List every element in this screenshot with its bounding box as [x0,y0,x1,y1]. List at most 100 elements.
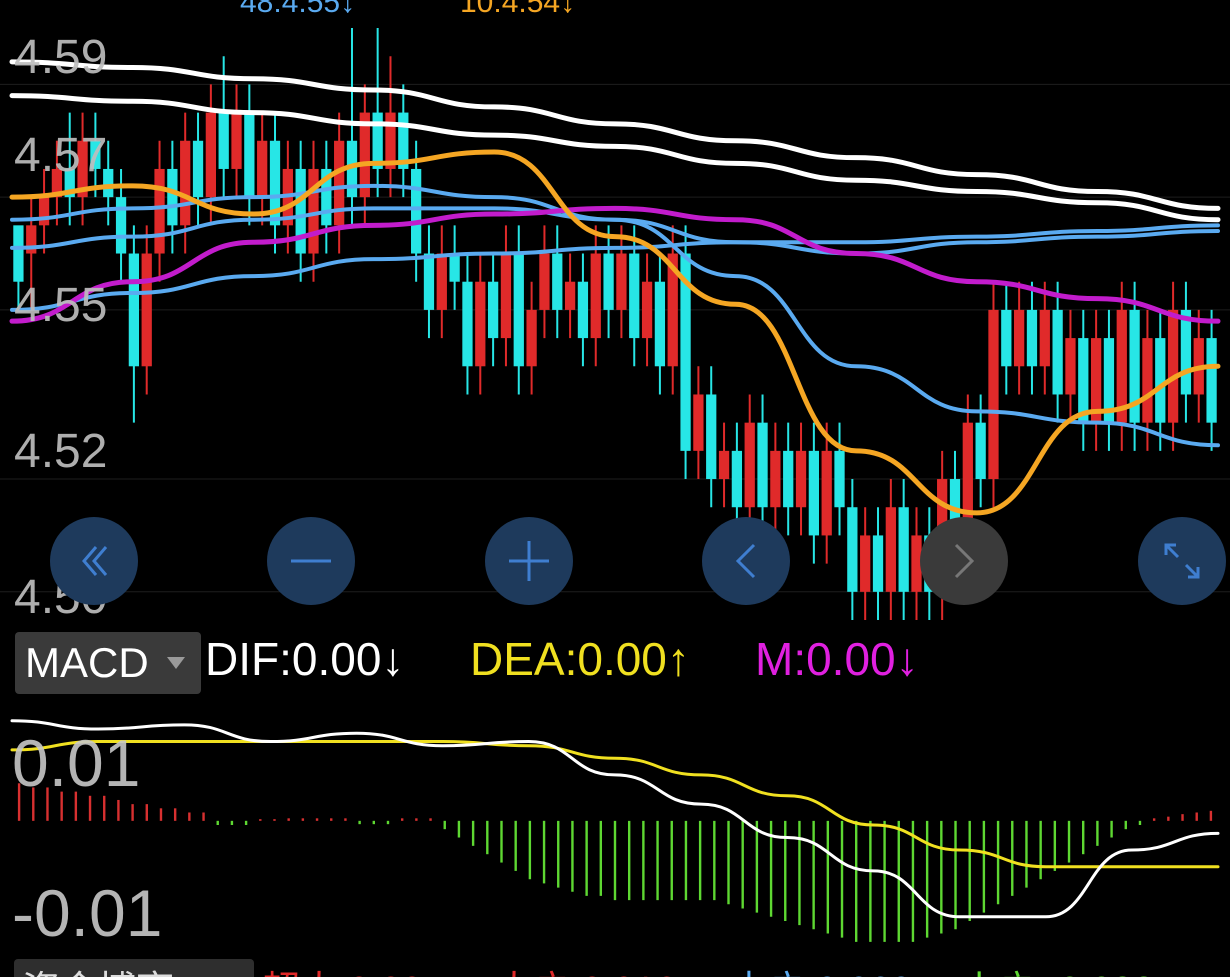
candle-body [128,253,140,367]
candle-body [513,253,524,367]
price-axis-label-3: 4.55 [14,279,108,332]
chevron-right-icon [954,543,975,579]
top-ma-legend: 48:4.55↓ 10:4.54↓ [0,0,1230,26]
dea-value: DEA:0.00↑ [470,633,690,685]
candle-body [872,535,884,592]
candle-body [436,253,447,310]
candle-body [885,507,896,592]
candle-body [770,450,781,508]
candle-body [834,450,845,508]
ma-legend-48: 48:4.55↓ [240,0,356,19]
candle-body [590,253,601,339]
candle-body [141,253,152,367]
flow-item-3: 中户 0.060↓ [730,959,931,977]
flow-item-1: 超大 0.005↓ [262,959,463,977]
candle-body [616,253,627,310]
candle-body [808,450,819,536]
candle-body [821,450,832,536]
zoom-out-button[interactable] [267,517,355,605]
capital-flow-label: 资金博弈 [22,959,174,977]
candle-body [552,253,563,310]
candle-body [1167,309,1179,423]
candle-body [898,507,909,592]
m-value: M:0.00↓ [755,633,919,685]
candle-body [860,535,871,592]
candle-body [526,309,537,367]
candle-body [475,281,486,367]
zoom-in-button[interactable] [485,517,573,605]
candle-body [539,253,550,310]
candle-body [706,394,717,480]
candle-body [1155,338,1166,423]
candle-body [577,281,589,339]
candle-body [847,507,858,592]
candle-body [372,112,383,169]
macd-axis-label-1: 0.01 [12,726,141,800]
price-axis-label-2: 4.57 [14,129,108,182]
candle-body [641,281,653,339]
candle-body [38,197,50,226]
candle-body [718,450,730,480]
candle-body [1065,338,1076,395]
plus-icon [509,541,549,581]
candle-body [192,140,204,198]
candle-body [564,281,576,310]
indicator-selector[interactable]: MACD [15,632,201,694]
candle-body [757,422,768,508]
capital-flow-strip: 资金博弈 超大 0.005↓ 大户 0.016↑ 中户 0.060↓ 小户 -0… [0,955,1230,977]
caret-down-icon [166,657,185,669]
candle-body [654,281,666,367]
candle-body [1206,338,1217,423]
candle-body [244,112,255,198]
candle-body [180,140,191,226]
candle-body [988,309,999,480]
double-chevron-left-icon [82,546,108,576]
candle-body [1180,309,1192,395]
candle-body [783,450,794,508]
candle-body [1001,309,1012,367]
ma-legend-10: 10:4.54↓ [460,0,576,19]
flow-item-2: 大户 0.016↑ [495,959,696,977]
macd-axis-label-2: -0.01 [12,876,163,950]
indicator-selector-label: MACD [25,639,149,686]
candle-body [1014,309,1025,367]
fullscreen-button[interactable] [1138,517,1226,605]
candle-body [603,253,614,310]
candle-body [115,197,127,254]
candle-body [975,422,986,480]
candle-body [218,112,229,169]
price-axis-label-1: 4.59 [14,31,108,84]
candle-body [308,168,319,254]
candle-body [487,281,499,339]
candle-body [154,168,165,254]
candle-body [295,168,306,254]
chevron-left-icon [735,543,756,579]
candle-body [423,253,435,310]
candle-body [795,450,807,508]
rewind-button[interactable] [50,517,138,605]
minus-icon [291,559,331,563]
candle-body [205,112,216,198]
candle-body [731,450,743,508]
capital-flow-selector[interactable]: 资金博弈 [14,959,254,977]
candle-body [744,422,755,508]
candle-body [257,140,268,198]
candle-body [500,253,512,339]
candle-body [449,253,460,282]
price-axis-label-4: 4.52 [14,425,108,478]
candle-body [629,253,640,339]
candle-body [693,394,704,451]
candle-body [1142,338,1153,423]
prev-button[interactable] [702,517,790,605]
price-chart[interactable] [0,26,1230,622]
candle-body [1026,309,1038,367]
expand-icon [1164,543,1200,579]
candle-body [231,112,242,169]
dif-value: DIF:0.00↓ [205,633,405,685]
candle-body [13,225,24,282]
macd-chart[interactable] [0,700,1230,950]
ma-line-ma_magenta [9,205,1221,324]
candle-body [334,140,345,226]
next-button[interactable] [920,517,1008,605]
candle-body [1052,309,1063,395]
